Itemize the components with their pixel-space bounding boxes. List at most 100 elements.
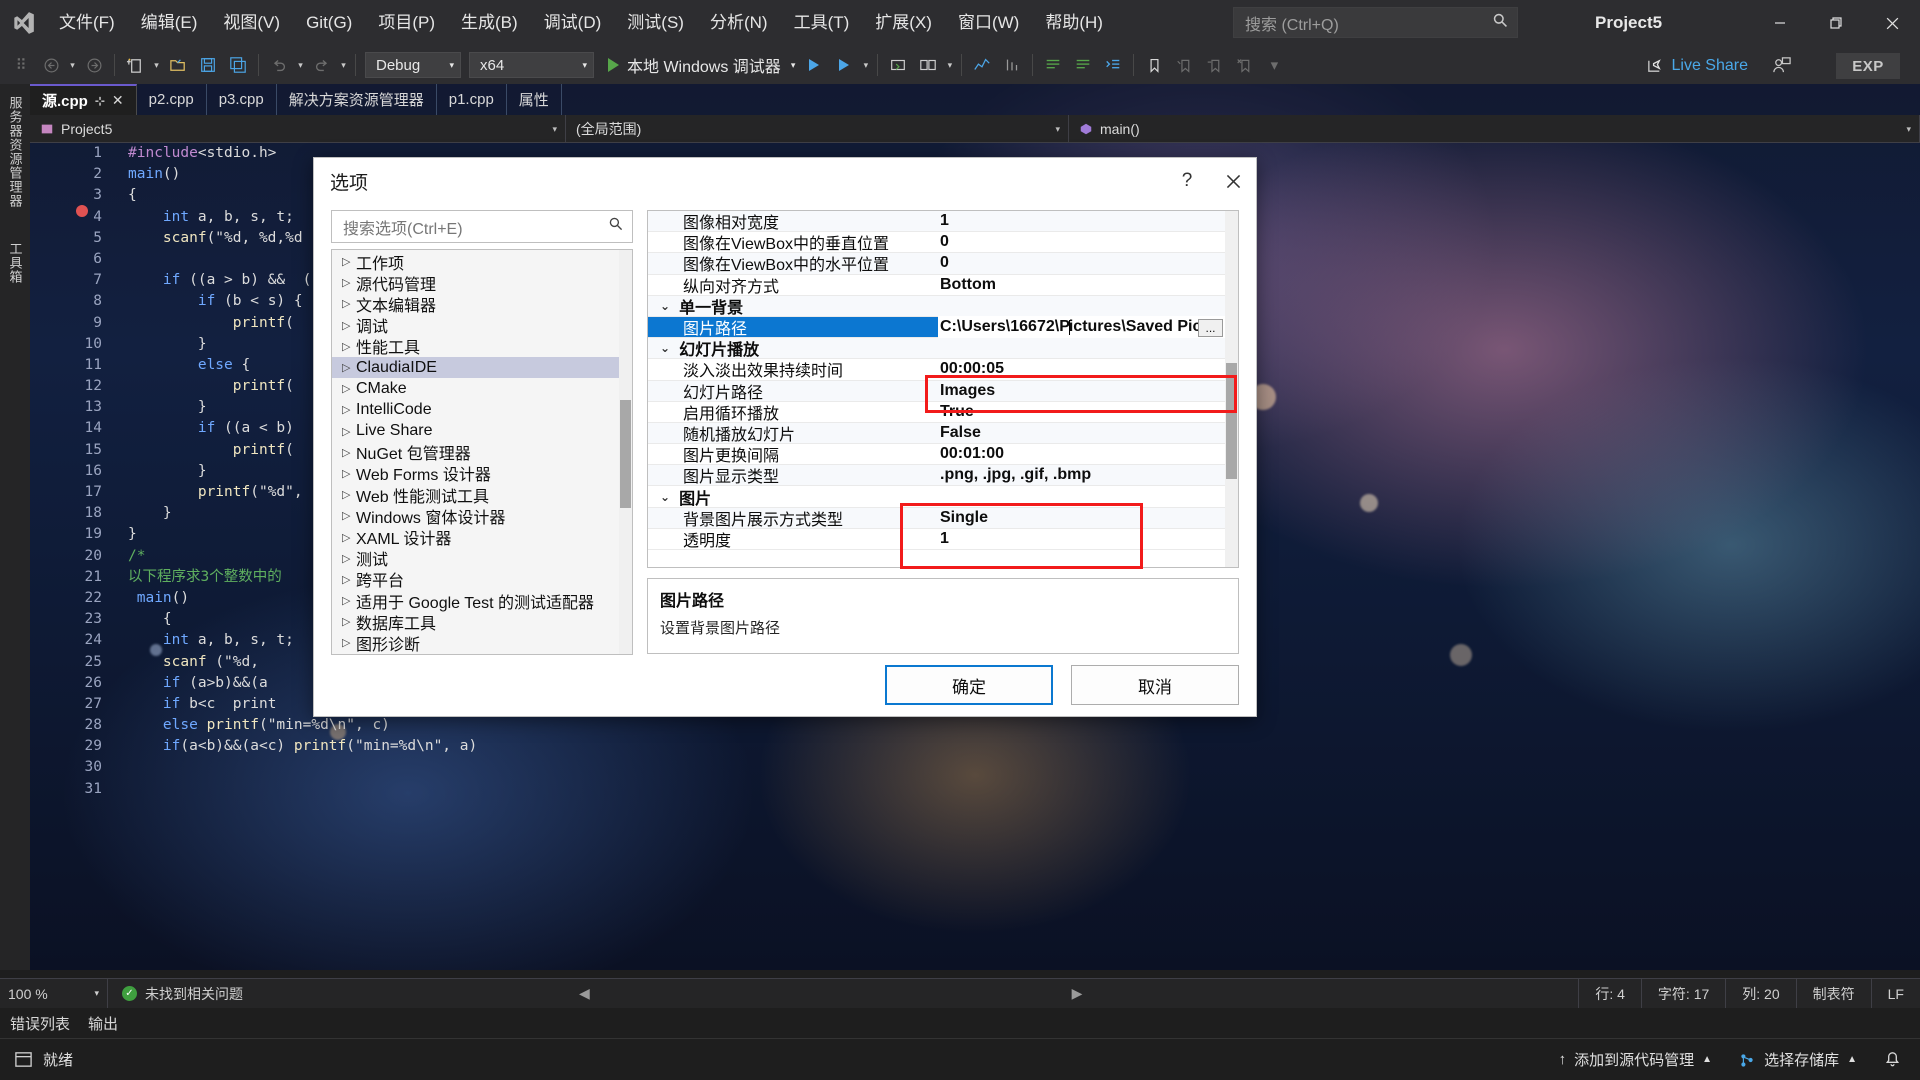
menu-debug[interactable]: 调试(D): [531, 0, 615, 46]
tab-p3-cpp[interactable]: p3.cpp: [207, 84, 277, 115]
panel-tab-error-list[interactable]: 错误列表: [10, 1013, 70, 1034]
undo-dropdown-icon[interactable]: ▾: [294, 60, 307, 71]
chevron-down-icon[interactable]: ⌄: [660, 490, 670, 504]
close-icon[interactable]: ✕: [112, 92, 124, 109]
scroll-right-icon[interactable]: ▶: [1072, 985, 1097, 1002]
property-row[interactable]: 纵向对齐方式 Bottom: [648, 275, 1238, 296]
close-icon[interactable]: [1864, 0, 1920, 46]
expand-triangle-icon[interactable]: ▷: [342, 340, 356, 353]
property-row[interactable]: 图像在ViewBox中的垂直位置 0: [648, 232, 1238, 254]
property-row[interactable]: 图片显示类型 .png, .jpg, .gif, .bmp: [648, 465, 1238, 487]
property-value[interactable]: 00:00:05: [938, 360, 1238, 378]
property-value[interactable]: .png, .jpg, .gif, .bmp: [938, 466, 1238, 484]
property-row[interactable]: 透明度 1: [648, 529, 1238, 550]
tree-item-9[interactable]: ▷ NuGet 包管理器: [332, 442, 632, 463]
property-category-row[interactable]: ⌄ 幻灯片播放: [648, 338, 1238, 360]
code-line[interactable]: [128, 757, 1900, 778]
frames-dropdown-icon[interactable]: ▾: [943, 60, 956, 71]
expand-triangle-icon[interactable]: ▷: [342, 531, 356, 544]
property-grid[interactable]: 图像相对宽度 1 图像在ViewBox中的垂直位置 0 图像在ViewBox中的水平位置…: [647, 210, 1239, 568]
menu-project[interactable]: 项目(P): [365, 0, 448, 46]
tree-item-10[interactable]: ▷ Web Forms 设计器: [332, 463, 632, 484]
select-repository-button[interactable]: 选择存储库 ▲: [1738, 1049, 1857, 1070]
save-icon[interactable]: [193, 50, 223, 80]
property-value[interactable]: 0: [938, 254, 1238, 272]
menu-help[interactable]: 帮助(H): [1032, 0, 1116, 46]
help-question-icon[interactable]: ?: [1164, 158, 1210, 204]
menu-analyze[interactable]: 分析(N): [697, 0, 781, 46]
previous-bookmark-icon[interactable]: [1169, 50, 1199, 80]
property-value[interactable]: Images: [938, 382, 1238, 400]
tab-p1-cpp[interactable]: p1.cpp: [437, 84, 507, 115]
menu-tools[interactable]: 工具(T): [781, 0, 863, 46]
redo-dropdown-icon[interactable]: ▾: [337, 60, 350, 71]
tree-item-12[interactable]: ▷ Windows 窗体设计器: [332, 505, 632, 527]
property-row[interactable]: 图像在ViewBox中的水平位置 0: [648, 253, 1238, 275]
undo-icon[interactable]: [264, 50, 294, 80]
tree-item-3[interactable]: ▷ 调试: [332, 315, 632, 336]
tree-item-4[interactable]: ▷ 性能工具: [332, 336, 632, 357]
property-category-row[interactable]: ⌄ 单一背景: [648, 295, 1238, 317]
bookmark-icon[interactable]: [1139, 50, 1169, 80]
expand-triangle-icon[interactable]: ▷: [342, 382, 356, 395]
comment-lines-icon[interactable]: [1038, 50, 1068, 80]
restore-icon[interactable]: [1808, 0, 1864, 46]
tree-item-14[interactable]: ▷ 测试: [332, 548, 632, 569]
toolbox-rail-label[interactable]: 工具箱: [0, 230, 30, 284]
indent-icon[interactable]: [1098, 50, 1128, 80]
expand-triangle-icon[interactable]: ▷: [342, 573, 356, 586]
diagnostics-icon[interactable]: [967, 50, 997, 80]
tree-item-11[interactable]: ▷ Web 性能测试工具: [332, 484, 632, 506]
tab-indicator[interactable]: 制表符: [1795, 978, 1871, 1009]
line-ending-indicator[interactable]: LF: [1870, 978, 1920, 1009]
tree-item-16[interactable]: ▷ 适用于 Google Test 的测试适配器: [332, 590, 632, 612]
tree-item-5[interactable]: ▷ ClaudiaIDE: [332, 356, 632, 379]
property-value[interactable]: 1: [938, 212, 1238, 230]
tab-solution-explorer[interactable]: 解决方案资源管理器: [277, 84, 437, 115]
tree-item-6[interactable]: ▷ CMake: [332, 378, 632, 399]
code-line[interactable]: if(a<b)&&(a<c) printf("min=%d\n", a): [128, 736, 1900, 757]
start-debug-button[interactable]: 本地 Windows 调试器 ▾: [598, 53, 799, 77]
solution-platform-combo[interactable]: x64 ▾: [469, 52, 594, 78]
scope-selector-combo[interactable]: (全局范围) ▾: [566, 115, 1069, 143]
property-row[interactable]: 随机播放幻灯片 False: [648, 422, 1238, 445]
chevron-down-icon[interactable]: ▾: [791, 60, 796, 71]
breakpoint-icon[interactable]: [76, 203, 88, 224]
start-without-debug-icon[interactable]: [799, 50, 829, 80]
tree-item-7[interactable]: ▷ IntelliCode: [332, 399, 632, 420]
redo-icon[interactable]: [307, 50, 337, 80]
property-row[interactable]: 图像相对宽度 1: [648, 211, 1238, 233]
add-to-source-control-button[interactable]: ↑ 添加到源代码管理 ▲: [1559, 1049, 1712, 1070]
solution-configuration-combo[interactable]: Debug ▾: [365, 52, 461, 78]
property-category-row[interactable]: ⌄ 图片: [648, 486, 1238, 508]
expand-triangle-icon[interactable]: ▷: [342, 361, 356, 374]
tab-source-cpp[interactable]: 源.cpp ⊹ ✕: [30, 84, 137, 115]
notifications-button[interactable]: [1883, 1050, 1902, 1069]
project-selector-combo[interactable]: Project5 ▾: [30, 115, 566, 143]
attach-process-icon[interactable]: [829, 50, 859, 80]
invite-person-icon[interactable]: [1771, 55, 1792, 81]
property-value[interactable]: C:\Users\16672\P ictures\Saved Pictu...: [938, 316, 1238, 338]
expand-triangle-icon[interactable]: ▷: [342, 509, 356, 522]
menu-extensions[interactable]: 扩展(X): [862, 0, 945, 46]
member-selector-combo[interactable]: main() ▾: [1069, 115, 1920, 143]
tree-item-8[interactable]: ▷ Live Share: [332, 421, 632, 442]
expand-triangle-icon[interactable]: ▷: [342, 552, 356, 565]
open-folder-icon[interactable]: [163, 50, 193, 80]
new-project-dropdown-icon[interactable]: ▾: [150, 60, 163, 71]
forward-arrow-icon[interactable]: [79, 50, 109, 80]
close-icon[interactable]: [1210, 158, 1256, 204]
uncomment-lines-icon[interactable]: [1068, 50, 1098, 80]
zoom-level-combo[interactable]: 100 % ▾: [0, 978, 108, 1009]
global-search-box[interactable]: 搜索 (Ctrl+Q): [1233, 7, 1518, 38]
property-row[interactable]: 图片路径 C:\Users\16672\P ictures\Saved Pictu.…: [648, 316, 1238, 339]
tab-p2-cpp[interactable]: p2.cpp: [137, 84, 207, 115]
code-line[interactable]: [128, 779, 1900, 800]
tree-item-18[interactable]: ▷ 图形诊断: [332, 632, 632, 654]
property-row[interactable]: 图片更换间隔 00:01:00: [648, 444, 1238, 466]
property-row[interactable]: 淡入淡出效果持续时间 00:00:05: [648, 359, 1238, 381]
save-all-icon[interactable]: [223, 50, 253, 80]
chevron-down-icon[interactable]: ⌄: [660, 341, 670, 355]
tree-item-15[interactable]: ▷ 跨平台: [332, 569, 632, 590]
attach-dropdown-icon[interactable]: ▾: [859, 60, 872, 71]
